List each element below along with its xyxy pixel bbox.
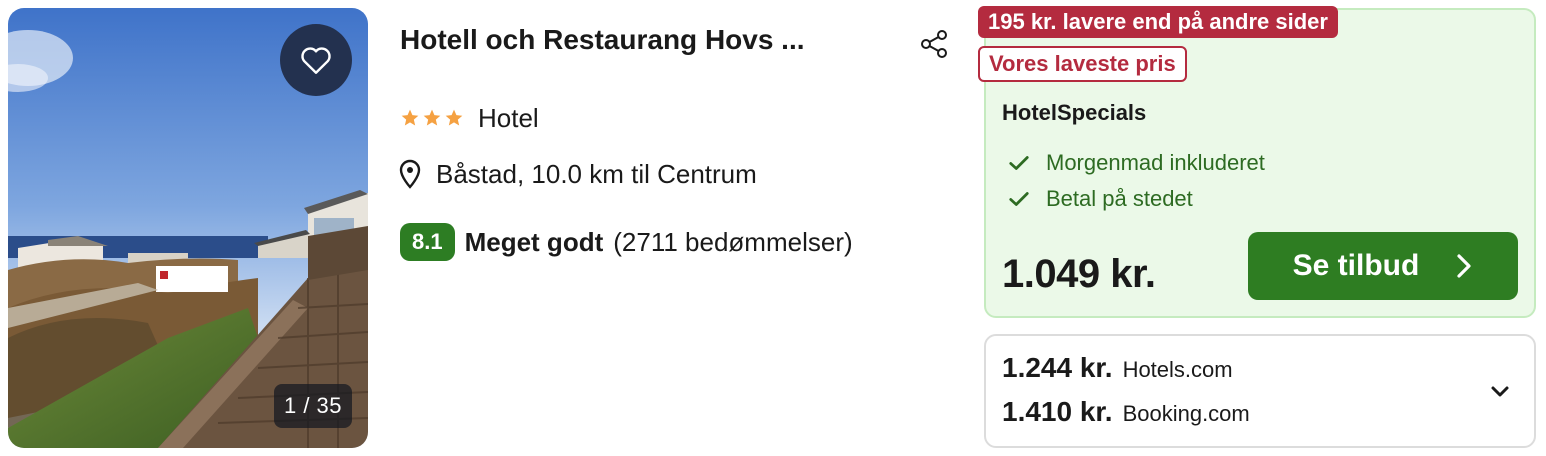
map-pin-icon xyxy=(399,159,421,189)
chevron-down-icon xyxy=(1491,386,1509,397)
star-icon xyxy=(445,109,463,126)
hotel-name[interactable]: Hotell och Restaurang Hovs ... xyxy=(400,24,880,56)
star-icon xyxy=(423,109,441,126)
hotel-type: Hotel xyxy=(478,102,539,133)
favorite-button[interactable] xyxy=(280,24,352,96)
review-row[interactable]: 8.1 Meget godt (2711 bedømmelser) xyxy=(400,222,853,262)
savings-badge: 195 kr. lavere end på andre sider xyxy=(978,6,1338,38)
offer-site: Booking.com xyxy=(1122,401,1250,426)
location-text: Båstad, 10.0 km til Centrum xyxy=(436,158,757,189)
see-offer-label: Se tilbud xyxy=(1292,249,1420,282)
perk-label: Betal på stedet xyxy=(1046,186,1193,211)
review-score-label: Meget godt xyxy=(464,226,604,257)
offer-row[interactable]: 1.244 kr. Hotels.com xyxy=(1002,352,1233,388)
perk-label: Morgenmad inkluderet xyxy=(1046,150,1265,175)
deal-price: 1.049 kr. xyxy=(1002,252,1156,296)
share-icon xyxy=(921,30,947,58)
review-score-badge: 8.1 xyxy=(400,223,455,261)
share-button[interactable] xyxy=(914,24,954,64)
star-icon xyxy=(401,109,419,126)
see-offer-button[interactable]: Se tilbud xyxy=(1248,232,1518,300)
star-rating xyxy=(400,108,464,128)
heart-icon xyxy=(301,47,331,74)
offer-row[interactable]: 1.410 kr. Booking.com xyxy=(1002,396,1250,432)
deal-provider: HotelSpecials xyxy=(1002,100,1147,125)
perk-item: Morgenmad inkluderet xyxy=(1008,148,1265,178)
location-row[interactable]: Båstad, 10.0 km til Centrum xyxy=(398,156,757,192)
photo-counter: 1 / 35 xyxy=(274,384,352,428)
hotel-photo[interactable]: 1 / 35 xyxy=(8,8,368,448)
check-icon xyxy=(1009,192,1029,206)
offer-price: 1.244 kr. xyxy=(1002,352,1113,383)
offer-price: 1.410 kr. xyxy=(1002,396,1113,427)
check-icon xyxy=(1009,156,1029,170)
chevron-right-icon xyxy=(1457,254,1471,278)
lowest-price-badge: Vores laveste pris xyxy=(978,46,1187,82)
offer-site: Hotels.com xyxy=(1122,357,1233,382)
expand-offers-button[interactable] xyxy=(1482,374,1518,410)
review-count: (2711 bedømmelser) xyxy=(613,226,853,257)
rating-row: Hotel xyxy=(400,100,539,136)
perk-item: Betal på stedet xyxy=(1008,184,1193,214)
